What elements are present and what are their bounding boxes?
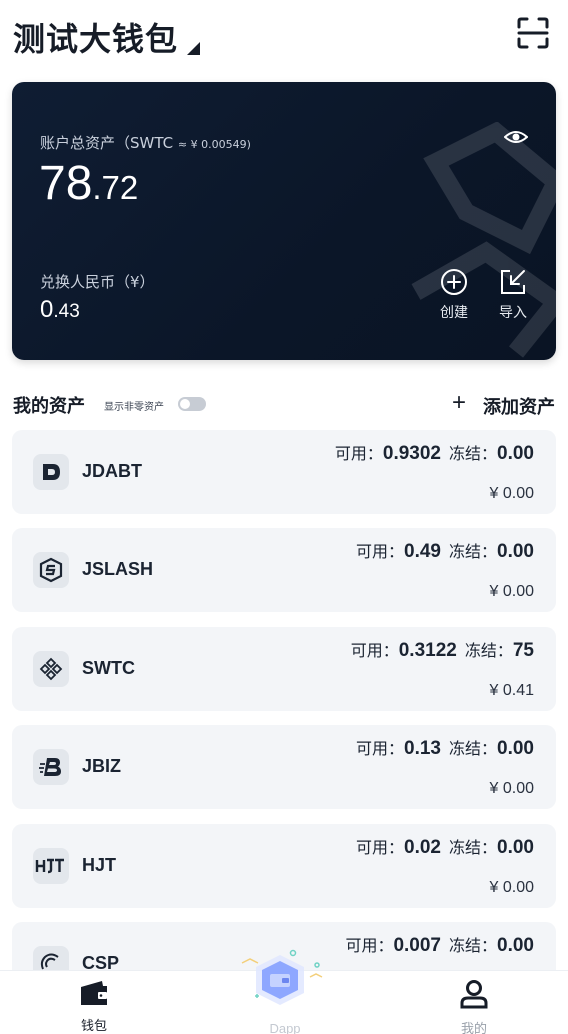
asset-cny-value: ¥ 0.41 <box>489 682 534 699</box>
nonzero-filter-toggle[interactable] <box>178 397 206 411</box>
nav-mine-label: 我的 <box>460 1022 487 1034</box>
import-button[interactable]: 导入 <box>493 268 533 328</box>
bottom-nav: 钱包 Dapp 我的 <box>0 949 568 1034</box>
create-label: 创建 <box>440 305 468 321</box>
jslash-icon <box>33 552 69 588</box>
total-assets-int: 78 <box>39 157 93 210</box>
swtc-rate: ≈ ¥ 0.00549) <box>177 138 251 151</box>
asset-balances: 可用：0.9302 冻结：0.00 <box>335 440 534 465</box>
scan-icon[interactable] <box>516 16 550 50</box>
frozen-label: 冻结： <box>449 936 498 955</box>
frozen-value: 0.00 <box>497 935 534 956</box>
total-assets-label: 账户总资产（SWTC ≈ ¥ 0.00549) <box>40 132 251 153</box>
asset-balances: 可用：0.13 冻结：0.00 <box>356 735 534 760</box>
total-assets-dec: .72 <box>92 169 139 206</box>
available-value: 0.13 <box>404 738 441 759</box>
available-value: 0.3122 <box>398 640 457 661</box>
plus-icon: + <box>452 389 467 416</box>
frozen-value: 0.00 <box>497 837 534 858</box>
plus-circle-icon <box>441 269 467 295</box>
cny-value: 0.43 <box>40 296 80 324</box>
frozen-value: 75 <box>512 640 534 661</box>
asset-symbol: JSLASH <box>82 559 154 579</box>
frozen-label: 冻结： <box>449 444 498 463</box>
asset-balances: 可用：0.49 冻结：0.00 <box>356 538 534 563</box>
available-value: 0.02 <box>404 837 441 858</box>
header: 测试大钱包 <box>0 0 568 72</box>
available-label: 可用： <box>356 739 405 758</box>
frozen-label: 冻结： <box>464 641 513 660</box>
asset-balances: 可用：0.007 冻结：0.00 <box>345 932 534 957</box>
asset-cny-value: ¥ 0.00 <box>489 485 534 502</box>
user-icon <box>460 980 488 1009</box>
frozen-label: 冻结： <box>449 739 498 758</box>
available-label: 可用： <box>350 641 399 660</box>
asset-cny-value: ¥ 0.00 <box>489 879 534 896</box>
asset-balances: 可用：0.02 冻结：0.00 <box>356 834 534 859</box>
toggle-knob <box>180 399 190 409</box>
cny-label: 兑换人民币（¥） <box>40 273 155 291</box>
frozen-value: 0.00 <box>497 443 534 464</box>
frozen-value: 0.00 <box>497 541 534 562</box>
total-assets-label-text: 账户总资产（SWTC <box>40 134 174 152</box>
assets-title: 我的资产 <box>13 396 85 417</box>
available-value: 0.49 <box>404 541 441 562</box>
nav-wallet-label: 钱包 <box>80 1019 107 1034</box>
available-label: 可用： <box>345 936 394 955</box>
jdabt-icon <box>33 454 69 490</box>
asset-cny-value: ¥ 0.00 <box>489 780 534 797</box>
dapp-icon <box>241 949 323 1005</box>
available-value: 0.007 <box>393 935 441 956</box>
asset-row-jbiz[interactable]: JBIZ 可用：0.13 冻结：0.00 ¥ 0.00 <box>12 725 556 809</box>
nav-mine[interactable]: 我的 <box>454 979 494 1034</box>
nav-dapp[interactable]: Dapp <box>240 941 330 1034</box>
cny-int: 0 <box>40 296 54 323</box>
nav-dapp-label: Dapp <box>269 1021 301 1034</box>
wallet-name[interactable]: 测试大钱包 <box>13 14 178 60</box>
available-label: 可用： <box>334 444 383 463</box>
asset-cny-value: ¥ 0.00 <box>489 583 534 600</box>
asset-row-swtc[interactable]: SWTC 可用：0.3122 冻结：75 ¥ 0.41 <box>12 627 556 711</box>
cny-dec: .43 <box>53 301 80 322</box>
frozen-value: 0.00 <box>497 738 534 759</box>
create-button[interactable]: 创建 <box>434 268 474 328</box>
available-label: 可用： <box>356 542 405 561</box>
nonzero-filter-label: 显示非零资产 <box>104 402 164 413</box>
asset-symbol: JBIZ <box>82 756 122 776</box>
asset-row-jdabt[interactable]: JDABT 可用：0.9302 冻结：0.00 ¥ 0.00 <box>12 430 556 514</box>
wallet-switch-caret-icon[interactable] <box>187 42 200 55</box>
nav-wallet[interactable]: 钱包 <box>74 979 114 1034</box>
asset-row-jslash[interactable]: JSLASH 可用：0.49 冻结：0.00 ¥ 0.00 <box>12 528 556 612</box>
available-value: 0.9302 <box>382 443 441 464</box>
total-assets-card: 账户总资产（SWTC ≈ ¥ 0.00549) 78.72 兑换人民币（¥） 0… <box>12 82 556 360</box>
wallet-icon <box>81 981 107 1005</box>
total-assets-value: 78.72 <box>39 156 138 211</box>
eye-icon[interactable] <box>504 126 528 148</box>
import-label: 导入 <box>499 305 527 321</box>
assets-header: 我的资产 显示非零资产 + 添加资产 <box>0 388 568 419</box>
asset-symbol: SWTC <box>82 658 135 678</box>
asset-balances: 可用：0.3122 冻结：75 <box>351 637 534 662</box>
hjt-icon <box>33 848 69 884</box>
asset-symbol: JDABT <box>82 461 143 481</box>
swtc-icon <box>33 651 69 687</box>
frozen-label: 冻结： <box>449 542 498 561</box>
add-asset-label: 添加资产 <box>483 397 555 418</box>
asset-symbol: HJT <box>82 855 117 875</box>
asset-row-hjt[interactable]: HJT 可用：0.02 冻结：0.00 ¥ 0.00 <box>12 824 556 908</box>
available-label: 可用： <box>356 838 405 857</box>
import-icon <box>501 270 525 294</box>
frozen-label: 冻结： <box>449 838 498 857</box>
jbiz-icon <box>33 749 69 785</box>
